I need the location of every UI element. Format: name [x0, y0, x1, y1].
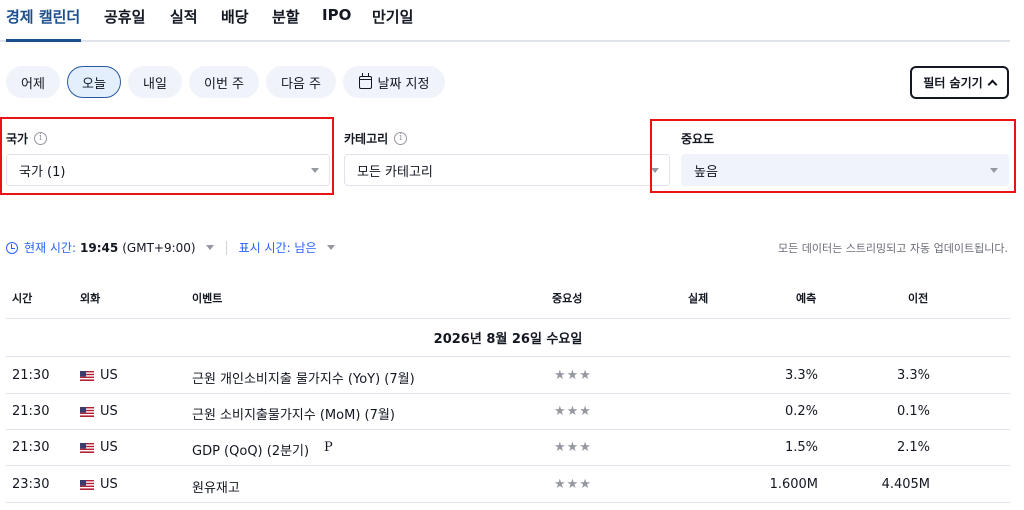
row-forecast: 3.3%: [784, 368, 818, 383]
divider: [6, 465, 1010, 466]
importance-stars: ★★★: [554, 404, 592, 419]
divider: [225, 240, 227, 255]
country-select[interactable]: 국가 (1): [6, 154, 330, 186]
tab-economic-calendar[interactable]: 경제 캘린더: [6, 6, 80, 27]
importance-stars: ★★★: [554, 368, 592, 383]
us-flag-icon: [80, 480, 94, 490]
importance-stars: ★★★: [554, 477, 592, 492]
row-currency: US: [100, 477, 118, 492]
importance-label-text: 중요도: [681, 132, 715, 146]
row-event[interactable]: 근원 소비지출물가지수 (MoM) (7월): [192, 404, 395, 423]
header-actual: 실제: [688, 292, 709, 305]
category-label-text: 카테고리: [344, 132, 389, 146]
row-time: 21:30: [12, 440, 50, 455]
row-previous: 4.405M: [881, 477, 930, 492]
chevron-down-icon[interactable]: [205, 245, 214, 250]
chevron-down-icon: [990, 168, 998, 173]
chevron-down-icon[interactable]: [326, 245, 335, 250]
divider: [6, 393, 1010, 394]
economic-calendar-page: 경제 캘린더 공휴일 실적 배당 분할 IPO 만기일 어제 오늘 내일 이번 …: [0, 0, 1024, 510]
us-flag-icon: [80, 371, 94, 381]
row-event[interactable]: 근원 개인소비지출 물가지수 (YoY) (7월): [192, 368, 415, 387]
tab-expirations[interactable]: 만기일: [372, 6, 413, 27]
hide-filters-label: 필터 숨기기: [923, 76, 983, 90]
us-flag-icon: [80, 407, 94, 417]
timezone-value[interactable]: (GMT+9:00): [122, 241, 195, 255]
pick-date-label: 날짜 지정: [377, 76, 430, 92]
display-time-selector[interactable]: 표시 시간: 남은: [239, 239, 317, 256]
country-filter-label: 국가 i: [6, 130, 48, 147]
header-currency: 외화: [80, 292, 101, 305]
current-time-label: 현재 시간:: [24, 241, 77, 255]
header-event: 이벤트: [192, 292, 223, 305]
info-icon[interactable]: i: [34, 132, 48, 145]
importance-select-value: 높음: [694, 164, 718, 180]
divider: [6, 318, 1010, 319]
tab-earnings[interactable]: 실적: [170, 6, 198, 27]
us-flag-icon: [80, 443, 94, 453]
row-previous: 0.1%: [896, 404, 930, 419]
country-label-text: 국가: [6, 132, 29, 146]
header-forecast: 예측: [796, 292, 817, 305]
row-time: 21:30: [12, 368, 50, 383]
category-select-value: 모든 카테고리: [357, 164, 433, 180]
hide-filters-button[interactable]: 필터 숨기기: [910, 66, 1009, 99]
info-icon[interactable]: i: [394, 132, 408, 145]
tab-dividends[interactable]: 배당: [221, 6, 249, 27]
row-previous: 2.1%: [896, 440, 930, 455]
divider: [6, 356, 1010, 357]
current-time-value: 19:45: [80, 240, 119, 255]
tab-ipo[interactable]: IPO: [322, 6, 351, 24]
tab-holidays[interactable]: 공휴일: [104, 6, 145, 27]
tab-splits[interactable]: 분할: [272, 6, 300, 27]
pick-date-button[interactable]: 날짜 지정: [343, 66, 445, 98]
country-select-value: 국가 (1): [19, 164, 66, 180]
divider: [6, 429, 1010, 430]
category-filter-label: 카테고리 i: [344, 130, 408, 147]
divider: [6, 502, 1010, 503]
next-week-button[interactable]: 다음 주: [266, 66, 336, 98]
row-forecast: 1.5%: [784, 440, 818, 455]
row-forecast: 0.2%: [784, 404, 818, 419]
row-event[interactable]: GDP (QoQ) (2분기): [192, 440, 309, 459]
row-forecast: 1.600M: [769, 477, 818, 492]
row-currency: US: [100, 440, 118, 455]
preliminary-badge: P: [324, 440, 333, 455]
active-tab-indicator: [6, 39, 81, 42]
category-select[interactable]: 모든 카테고리: [344, 154, 670, 186]
yesterday-button[interactable]: 어제: [6, 66, 60, 98]
row-currency: US: [100, 368, 118, 383]
row-time: 23:30: [12, 477, 50, 492]
header-previous: 이전: [908, 292, 929, 305]
streaming-note: 모든 데이터는 스트리밍되고 자동 업데이트됩니다.: [777, 242, 1008, 255]
header-importance: 중요성: [552, 292, 583, 305]
calendar-tabs: 경제 캘린더 공휴일 실적 배당 분할 IPO 만기일: [0, 0, 1010, 42]
header-time: 시간: [12, 292, 33, 305]
time-settings-bar: 현재 시간: 19:45 (GMT+9:00) 표시 시간: 남은: [6, 239, 335, 256]
row-time: 21:30: [12, 404, 50, 419]
row-event[interactable]: 원유재고: [192, 477, 240, 496]
importance-select[interactable]: 높음: [681, 154, 1009, 186]
row-currency: US: [100, 404, 118, 419]
importance-stars: ★★★: [554, 440, 592, 455]
this-week-button[interactable]: 이번 주: [189, 66, 259, 98]
date-group-header: 2026년 8월 26일 수요일: [433, 332, 583, 347]
chevron-up-icon: [987, 79, 998, 90]
tomorrow-button[interactable]: 내일: [128, 66, 182, 98]
clock-icon: [6, 241, 18, 254]
today-button[interactable]: 오늘: [67, 66, 121, 98]
calendar-icon: [358, 72, 372, 89]
importance-filter-label: 중요도: [681, 130, 714, 147]
chevron-down-icon: [311, 168, 319, 173]
row-previous: 3.3%: [896, 368, 930, 383]
